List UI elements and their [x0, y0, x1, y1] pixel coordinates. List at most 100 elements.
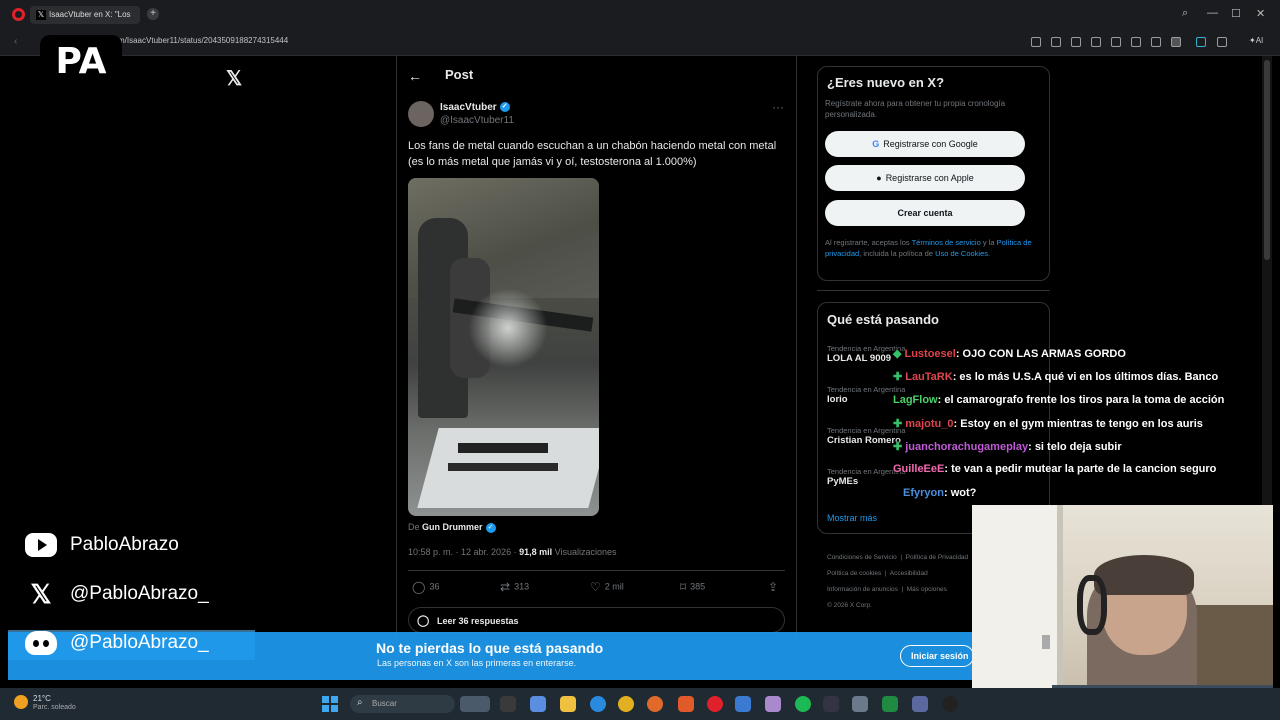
obs-icon[interactable]	[942, 696, 958, 712]
google-signup-button[interactable]: G Registrarse con Google	[825, 131, 1025, 157]
chat-badge-icon: ✚	[893, 418, 903, 430]
footer-link[interactable]: Información de anuncios	[827, 586, 898, 593]
media-source: De Gun Drummer ✓	[408, 522, 496, 533]
chat-user: juanchorachugameplay	[905, 441, 1029, 453]
close-window-button[interactable]: ✕	[1256, 7, 1265, 20]
post-video[interactable]	[408, 178, 599, 516]
legal-prefix: Al registrarte, aceptas los	[825, 238, 912, 247]
task-view-icon[interactable]	[500, 696, 516, 712]
author-name[interactable]: IsaacVtuber ✓	[440, 102, 510, 113]
view-count: 91,8 mil	[519, 547, 553, 557]
new-tab-button[interactable]: +	[147, 8, 159, 20]
taskbar-search[interactable]: ⌕ Buscar	[350, 695, 455, 713]
x-logo-icon[interactable]: 𝕏	[226, 66, 242, 91]
browser-tab[interactable]: 𝕏 IsaacVtuber en X: "Los	[30, 6, 140, 24]
from-prefix: De	[408, 522, 423, 532]
ai-sparkle-icon: ✦	[1249, 36, 1256, 45]
chat-text: : Estoy en el gym mientras te tengo en l…	[953, 418, 1203, 430]
chat-user: LauTaRK	[905, 371, 953, 383]
terms-link[interactable]: Términos de servicio	[912, 238, 981, 247]
signup-subtitle: Regístrate ahora para obtener tu propia …	[825, 99, 1006, 119]
create-account-button[interactable]: Crear cuenta	[825, 200, 1025, 226]
author-name-text[interactable]: IsaacVtuber	[440, 102, 497, 113]
chat-message: ✚ LauTaRK: es lo más U.S.A qué vi en los …	[893, 370, 1218, 383]
cube-icon[interactable]	[1217, 37, 1227, 47]
widgets-icon[interactable]	[460, 696, 490, 712]
copilot-icon[interactable]	[530, 696, 546, 712]
play-icon[interactable]	[1091, 37, 1101, 47]
author-handle[interactable]: @IsaacVtuber11	[440, 115, 514, 126]
opera-logo-icon[interactable]	[12, 8, 25, 21]
chat-message: GuilleEeE: te van a pedir mutear la part…	[893, 463, 1216, 475]
maximize-button[interactable]: ☐	[1231, 7, 1241, 20]
weather-temperature[interactable]: 21°C	[33, 694, 51, 703]
opera-icon[interactable]	[707, 696, 723, 712]
back-nav-icon[interactable]: ‹	[14, 36, 17, 47]
footer-link[interactable]: Condiciones de Servicio	[827, 554, 897, 561]
post-time[interactable]: 10:58 p. m. · 12 abr. 2026 ·	[408, 547, 519, 557]
back-arrow-icon[interactable]: ←	[408, 68, 422, 84]
post-meta: 10:58 p. m. · 12 abr. 2026 · 91,8 mil Vi…	[408, 547, 616, 557]
windows-start-icon[interactable]	[322, 696, 338, 712]
brave-icon[interactable]	[678, 696, 694, 712]
shield-icon[interactable]	[1071, 37, 1081, 47]
bookmark-button[interactable]: ⌑ 385	[680, 580, 705, 594]
chrome-icon[interactable]	[618, 696, 634, 712]
scrollbar-thumb[interactable]	[1264, 60, 1270, 260]
file-explorer-icon[interactable]	[560, 696, 576, 712]
more-options-icon[interactable]: ···	[772, 100, 784, 114]
ai-label: AI	[1255, 36, 1264, 45]
heart-icon[interactable]	[1111, 37, 1121, 47]
read-replies-button[interactable]: ◯ Leer 36 respuestas	[408, 607, 785, 633]
share-button[interactable]: ⇪	[768, 580, 782, 594]
terminal-icon[interactable]	[823, 696, 839, 712]
reply-button[interactable]: ◯ 36	[412, 580, 439, 594]
chat-user: Efyryon	[903, 487, 944, 499]
extension-icon[interactable]	[1196, 37, 1206, 47]
like-button[interactable]: ♡ 2 mil	[590, 580, 624, 594]
weather-description[interactable]: Parc. soleado	[33, 704, 76, 711]
menu-icon[interactable]	[1151, 37, 1161, 47]
divider	[817, 290, 1050, 291]
tab-title: IsaacVtuber en X: "Los	[49, 10, 131, 19]
avatar[interactable]	[408, 101, 434, 127]
excel-icon[interactable]	[882, 696, 898, 712]
google-icon: G	[872, 139, 880, 149]
download-icon[interactable]	[1131, 37, 1141, 47]
cookies-link[interactable]: Uso de Cookies	[935, 249, 988, 258]
source-account-link[interactable]: Gun Drummer	[422, 522, 483, 532]
ai-button[interactable]: ✦AI	[1249, 36, 1263, 45]
login-button[interactable]: Iniciar sesión	[900, 645, 974, 667]
url-field[interactable]: m/IsaacVtuber11/status/20435091882743154…	[118, 36, 288, 45]
notepad-icon[interactable]	[852, 696, 868, 712]
repost-button[interactable]: ⇄ 313	[500, 580, 529, 594]
settings-app-icon[interactable]	[735, 696, 751, 712]
edge-icon[interactable]	[590, 696, 606, 712]
spotify-icon[interactable]	[795, 696, 811, 712]
footer-link[interactable]: Más opciones	[907, 586, 947, 593]
chat-message: ✚ majotu_0: Estoy en el gym mientras te t…	[893, 417, 1203, 430]
show-more-link[interactable]: Mostrar más	[827, 513, 877, 523]
apple-signup-button[interactable]: ● Registrarse con Apple	[825, 165, 1025, 191]
chat-text: : OJO CON LAS ARMAS GORDO	[955, 348, 1126, 360]
search-tabs-icon[interactable]: ⌕	[1182, 7, 1188, 20]
search-icon: ⌕	[357, 697, 363, 708]
footer-link[interactable]: Accesibilidad	[890, 570, 928, 577]
webcam-headphones-shape	[1077, 575, 1107, 635]
paint-icon[interactable]	[765, 696, 781, 712]
wallet-icon[interactable]	[1171, 37, 1181, 47]
weather-icon[interactable]	[14, 695, 28, 709]
repost-icon: ⇄	[500, 580, 511, 594]
camera-icon[interactable]	[1051, 37, 1061, 47]
banner-subtitle: Las personas en X son las primeras en en…	[377, 658, 577, 668]
edit-icon[interactable]	[1031, 37, 1041, 47]
discord-handle: @PabloAbrazo_	[70, 632, 209, 653]
footer-link[interactable]: Política de cookies	[827, 570, 881, 577]
reply-count: 36	[429, 581, 440, 592]
firefox-icon[interactable]	[647, 696, 663, 712]
footer-link[interactable]: Política de Privacidad	[906, 554, 969, 561]
app-icon[interactable]	[912, 696, 928, 712]
x-favicon-icon: 𝕏	[36, 10, 46, 20]
minimize-button[interactable]: —	[1207, 7, 1218, 19]
chat-badge-icon: ◆	[893, 348, 902, 360]
